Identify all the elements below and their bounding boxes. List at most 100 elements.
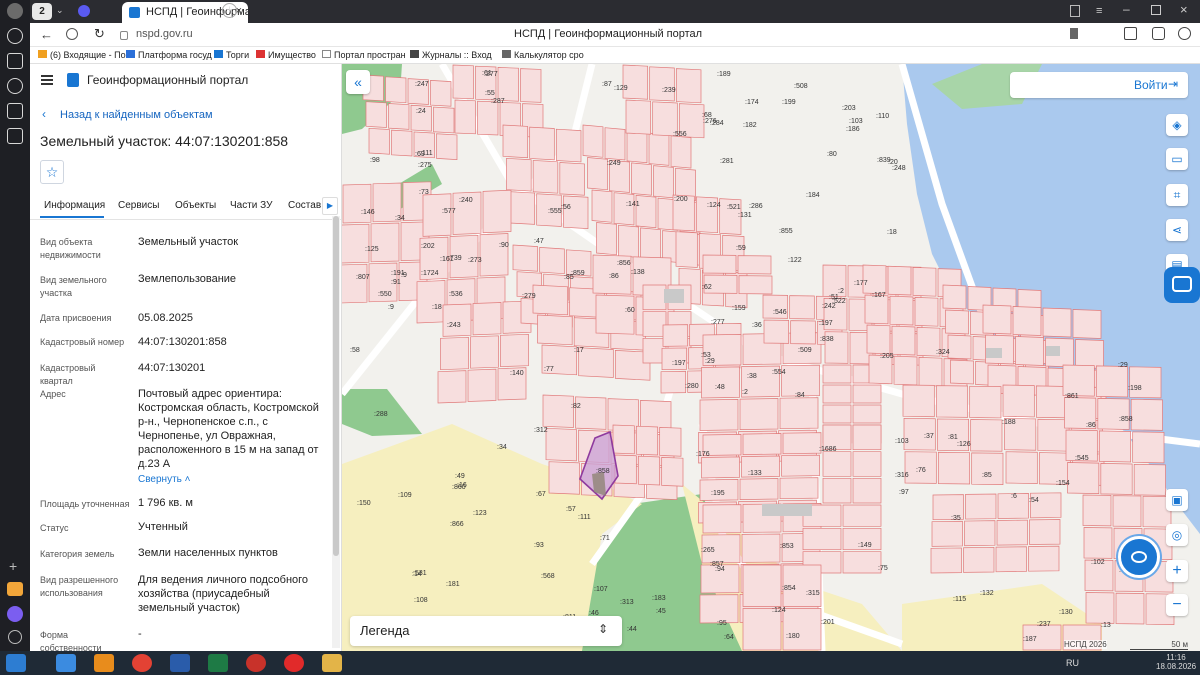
maximize-icon[interactable] [1151,5,1161,15]
hamburger-menu-icon[interactable] [41,75,53,77]
settings-panel-icon[interactable] [7,128,23,144]
parcel [982,304,1012,335]
tab-dropdown-chevron-icon[interactable]: ⌄ [56,5,64,16]
tab-count-badge[interactable]: 2 [32,3,52,20]
parcel [555,128,582,163]
panel-scrollbar[interactable] [332,216,340,648]
word-icon[interactable] [170,654,190,672]
bookmark-item[interactable]: (6) Входящие - По [38,50,126,60]
reload-icon[interactable]: ↻ [94,26,105,42]
profile-avatar-icon[interactable] [7,3,23,19]
cadastral-map[interactable]: :2:577:29:531:242:111:110:286:20:509:287… [342,64,1200,651]
measure-ruler-icon[interactable]: ▭ [1166,148,1188,170]
tab-objects[interactable]: Объекты [175,200,216,211]
field-label: Дата присвоения [40,313,112,323]
add-panel-icon[interactable]: + [9,558,17,574]
clock[interactable]: 11:16 18.08.2026 [1156,653,1196,671]
parcel-label: :55 [485,90,495,97]
object-info-panel: Геоинформационный портал ‹ Назад к найде… [30,64,342,651]
bookmark-manager-icon[interactable] [1070,5,1080,17]
alice-tab-icon[interactable] [78,5,90,17]
new-tab-icon[interactable]: + [222,3,237,18]
address-bar: ← ↻ nspd.gov.ru НСПД | Геоинформационный… [30,23,1200,47]
media-player-icon[interactable] [94,654,114,672]
parcel-label: :312 [534,427,548,434]
menu-icon[interactable]: ≡ [1096,5,1102,17]
zoom-in-button[interactable]: + [1166,560,1188,582]
bookmark-item[interactable]: Калькулятор сро [502,50,584,60]
extensions-icon[interactable] [1124,27,1137,40]
back-chevron-icon[interactable]: ‹ [42,107,46,121]
language-indicator[interactable]: RU [1066,658,1079,668]
media-icon[interactable] [7,78,23,94]
yandex-protect-icon[interactable] [66,28,78,40]
login-button[interactable]: Войти [1134,78,1168,92]
tab-services[interactable]: Сервисы [118,200,159,211]
bookmark-item[interactable]: Торги [214,50,249,60]
back-to-results-link[interactable]: Назад к найденным объектам [60,109,213,121]
parcel-label: :509 [798,347,812,354]
close-window-icon[interactable]: × [1180,2,1188,17]
tabs-scroll-right-icon[interactable]: ▶ [322,197,338,215]
bookmark-item[interactable]: Портал простран [322,50,406,60]
parcel [653,165,674,199]
share-link-icon[interactable]: ⋖ [1166,219,1188,241]
parcel-label: :281 [720,158,734,165]
scrollbar-thumb[interactable] [333,216,339,556]
field-label: Вид разрешенного использования [40,575,119,598]
excel-icon[interactable] [208,654,228,672]
parcel-label: :48 [715,384,725,391]
tab-information[interactable]: Информация [44,200,105,211]
parcel [964,520,996,547]
file-explorer-icon[interactable] [322,654,342,672]
parcel [675,231,698,268]
collections-icon[interactable] [7,53,23,69]
collapse-link[interactable]: Свернуть ˄ [138,474,190,485]
url-text[interactable]: nspd.gov.ru [136,28,193,40]
parcel-label: :188 [1002,419,1016,426]
parcel-label: :17 [574,347,584,354]
windows-start-icon[interactable] [6,654,26,672]
mail-app-icon[interactable] [7,582,23,596]
settings-gear-icon[interactable] [8,630,22,644]
collapse-panel-button[interactable]: « [346,70,370,94]
select-area-icon[interactable]: ⌗ [1166,184,1188,206]
chat-assistant-icon[interactable] [1118,536,1160,578]
bookmark-item[interactable]: Платформа госуд [126,50,212,60]
zoom-out-button[interactable]: − [1166,594,1188,616]
screenshot-icon[interactable]: ▣ [1166,489,1188,511]
parcel [702,504,742,534]
bookmark-item[interactable]: Имущество [256,50,316,60]
share-icon[interactable] [1152,27,1165,40]
alice-assistant-icon[interactable] [7,606,23,622]
parcel-label: :110 [876,113,889,120]
chrome-icon[interactable] [132,654,152,672]
tab-counter-icon[interactable] [7,103,23,119]
map-canvas[interactable]: :2:577:29:531:242:111:110:286:20:509:287… [342,64,1200,651]
parcel [1082,494,1112,527]
yandex-browser-icon[interactable] [284,654,304,672]
layers-icon[interactable]: ◈ [1166,114,1188,136]
internet-explorer-icon[interactable] [56,654,76,672]
legend-label: Легенда [360,623,410,638]
history-icon[interactable] [7,28,23,44]
consultant-icon[interactable] [246,654,266,672]
favorite-star-button[interactable]: ☆ [40,160,64,184]
parcel [789,295,815,320]
bookmark-item[interactable]: Журналы :: Вход [410,50,492,60]
parcel [595,294,635,335]
parcel [539,247,565,275]
back-arrow-icon[interactable]: ← [40,27,53,42]
legend-toggle[interactable]: Легенда ⇕ [350,616,622,646]
minimize-icon[interactable]: – [1123,2,1130,16]
feedback-widget-icon[interactable] [1164,267,1200,303]
parcel [436,133,458,160]
login-arrow-icon[interactable]: ⇥ [1168,77,1178,91]
downloads-icon[interactable] [1178,27,1191,40]
parcel [642,311,667,337]
bookmark-icon[interactable] [1070,28,1078,39]
geolocation-icon[interactable]: ◎ [1166,524,1188,546]
tab-composition[interactable]: Состав [288,200,321,211]
tab-parts[interactable]: Части ЗУ [230,200,272,211]
parcel [365,101,387,128]
